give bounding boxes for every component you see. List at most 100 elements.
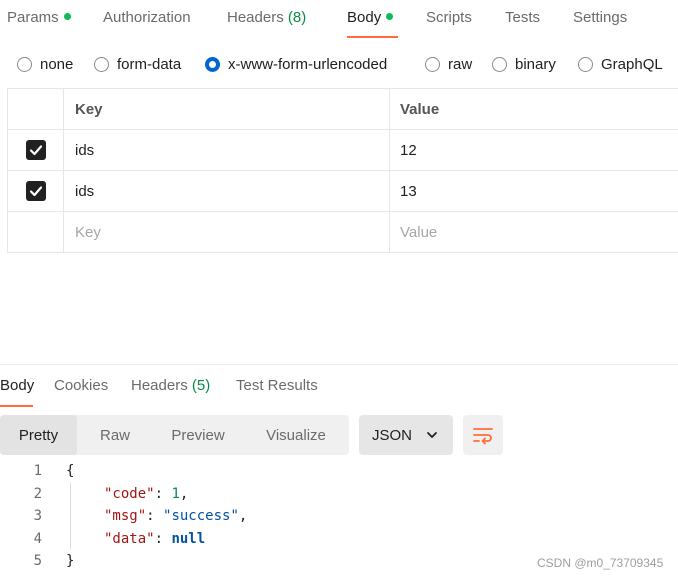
radio-circle-icon xyxy=(578,56,593,72)
radio-selected-icon xyxy=(205,56,220,72)
tab-settings[interactable]: Settings xyxy=(573,9,627,26)
code-text: "msg": "success", xyxy=(104,505,247,527)
row-enabled-checkbox[interactable] xyxy=(25,181,46,201)
json-value-code: 1 xyxy=(171,486,180,502)
row-value-field[interactable]: 13 xyxy=(390,171,678,211)
response-tab-headers[interactable]: Headers (5) xyxy=(131,377,210,394)
row-enabled-checkbox[interactable] xyxy=(25,140,46,160)
tab-authorization[interactable]: Authorization xyxy=(103,9,191,26)
line-number: 2 xyxy=(33,486,42,502)
row-check-cell xyxy=(8,171,64,211)
code-text: { xyxy=(66,460,74,482)
response-tab-cookies-label: Cookies xyxy=(54,377,109,394)
response-tab-test-results-label: Test Results xyxy=(236,377,318,394)
radio-raw-label: raw xyxy=(448,55,473,73)
response-tab-headers-count: (5) xyxy=(191,377,211,394)
wrap-lines-icon xyxy=(473,428,493,445)
wrap-lines-button[interactable] xyxy=(463,415,503,455)
chevron-down-icon xyxy=(427,432,437,438)
view-pretty-button[interactable]: Pretty xyxy=(0,415,77,455)
view-preview-button[interactable]: Preview xyxy=(153,415,243,455)
response-language-select[interactable]: JSON xyxy=(359,415,453,455)
header-check-cell xyxy=(8,89,64,129)
code-line: 3 "msg": "success", xyxy=(0,505,678,527)
radio-none[interactable]: none xyxy=(17,52,73,76)
response-view-segmented-control: Pretty Raw Preview Visualize xyxy=(0,415,349,455)
response-tab-test-results[interactable]: Test Results xyxy=(236,377,318,394)
code-line: 4 "data": null xyxy=(0,528,678,550)
request-tabs: Params Authorization Headers (8) Body Sc… xyxy=(0,0,678,38)
radio-none-label: none xyxy=(40,55,74,73)
tab-tests-label: Tests xyxy=(505,9,541,26)
line-number: 3 xyxy=(33,508,42,524)
tab-scripts-label: Scripts xyxy=(426,9,472,26)
tab-scripts[interactable]: Scripts xyxy=(426,9,472,26)
tab-tests[interactable]: Tests xyxy=(505,9,540,26)
body-indicator-dot xyxy=(386,13,394,20)
response-tab-headers-label: Headers xyxy=(131,377,188,394)
active-tab-underline xyxy=(347,36,398,38)
radio-x-www-form-urlencoded[interactable]: x-www-form-urlencoded xyxy=(205,52,387,76)
new-value-input[interactable]: Value xyxy=(390,212,678,252)
indent-guide xyxy=(70,483,71,549)
radio-raw[interactable]: raw xyxy=(425,52,472,76)
json-colon: : xyxy=(154,531,172,547)
radio-graphql[interactable]: GraphQL xyxy=(578,52,663,76)
json-colon: : xyxy=(154,486,172,502)
code-text: } xyxy=(66,550,74,572)
json-colon: : xyxy=(146,508,164,524)
radio-binary[interactable]: binary xyxy=(492,52,556,76)
tab-params-label: Params xyxy=(7,9,59,26)
json-key-msg: "msg" xyxy=(104,508,147,524)
code-text: "code": 1, xyxy=(104,483,188,505)
response-tab-cookies[interactable]: Cookies xyxy=(54,377,108,394)
table-row: ids 13 xyxy=(8,171,678,212)
json-key-code: "code" xyxy=(104,486,155,502)
radio-graphql-label: GraphQL xyxy=(601,55,663,73)
watermark: CSDN @m0_73709345 xyxy=(537,556,664,570)
radio-circle-icon xyxy=(94,56,109,72)
table-row-empty: Key Value xyxy=(8,212,678,253)
column-header-key: Key xyxy=(64,89,390,129)
json-value-data: null xyxy=(171,531,206,547)
new-key-input[interactable]: Key xyxy=(64,212,390,252)
json-value-msg: "success" xyxy=(163,508,239,524)
response-tab-body[interactable]: Body xyxy=(0,377,34,394)
row-check-cell xyxy=(8,212,64,252)
radio-circle-icon xyxy=(492,56,507,72)
tab-params[interactable]: Params xyxy=(7,9,71,26)
radio-binary-label: binary xyxy=(515,55,556,73)
checkmark-icon xyxy=(29,186,42,197)
radio-form-data[interactable]: form-data xyxy=(94,52,181,76)
row-key-field[interactable]: ids xyxy=(64,171,390,211)
json-open-brace: { xyxy=(66,463,75,479)
radio-form-data-label: form-data xyxy=(117,55,182,73)
table-header-row: Key Value xyxy=(8,89,678,130)
view-raw-button[interactable]: Raw xyxy=(77,415,153,455)
tab-settings-label: Settings xyxy=(573,9,628,26)
response-tabs: Body Cookies Headers (5) Test Results xyxy=(0,364,678,407)
row-key-field[interactable]: ids xyxy=(64,130,390,170)
body-params-table: Key Value ids 12 ids 13 Key Value xyxy=(7,88,678,253)
json-close-brace: } xyxy=(66,553,75,569)
response-tab-body-label: Body xyxy=(0,377,35,394)
code-text: "data": null xyxy=(104,528,205,550)
view-visualize-button[interactable]: Visualize xyxy=(243,415,349,455)
json-comma: , xyxy=(179,486,189,502)
body-type-radio-group: none form-data x-www-form-urlencoded raw… xyxy=(0,52,678,76)
tab-authorization-label: Authorization xyxy=(103,9,191,26)
tab-body[interactable]: Body xyxy=(347,9,394,26)
line-number: 4 xyxy=(33,531,42,547)
radio-circle-icon xyxy=(17,56,32,72)
code-line: 1 { xyxy=(0,460,678,482)
row-value-field[interactable]: 12 xyxy=(390,130,678,170)
line-number: 1 xyxy=(33,463,42,479)
response-language-value: JSON xyxy=(372,426,413,444)
checkmark-icon xyxy=(29,145,42,156)
tab-headers[interactable]: Headers (8) xyxy=(227,9,306,26)
tab-body-label: Body xyxy=(347,9,382,26)
radio-circle-icon xyxy=(425,56,440,72)
tab-headers-label: Headers xyxy=(227,9,284,26)
column-header-value: Value xyxy=(400,100,440,118)
line-number: 5 xyxy=(33,553,42,569)
